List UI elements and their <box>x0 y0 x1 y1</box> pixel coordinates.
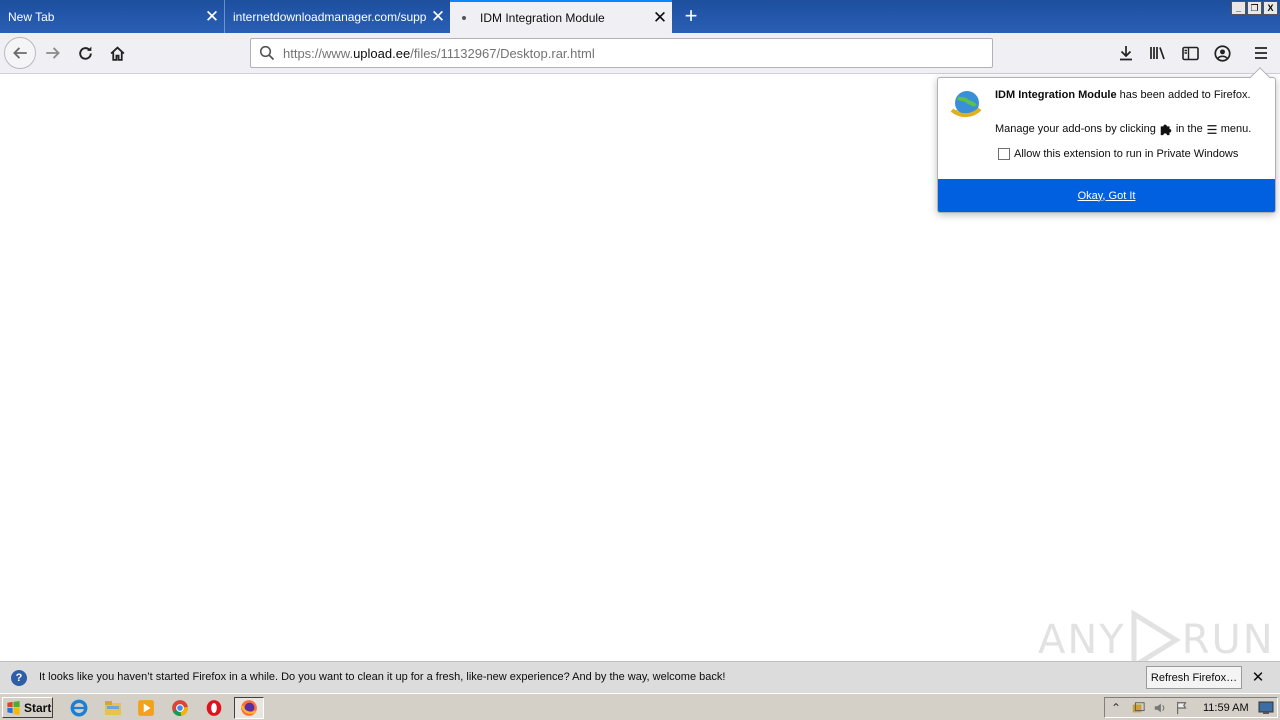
app-menu-button[interactable] <box>1245 37 1277 69</box>
url-bar[interactable]: https://www.upload.ee/files/11132967/Des… <box>250 38 993 68</box>
idm-globe-icon <box>948 88 984 124</box>
added-text: has been added to Firefox. <box>1116 89 1251 101</box>
reload-button[interactable] <box>69 37 101 69</box>
allow-private-windows-label: Allow this extension to run in Private W… <box>1014 148 1239 160</box>
forward-button[interactable] <box>37 37 69 69</box>
account-button[interactable] <box>1206 37 1238 69</box>
minimize-button[interactable]: _ <box>1231 1 1246 15</box>
chrome-icon[interactable] <box>170 698 190 718</box>
tab-idm-integration-module[interactable]: IDM Integration Module ✕ <box>450 0 672 33</box>
firefox-icon[interactable] <box>234 697 264 719</box>
addon-installed-popup: IDM Integration Module has been added to… <box>937 67 1276 213</box>
hamburger-menu-icon <box>1255 47 1267 59</box>
show-hidden-icons-chevron-icon[interactable]: ⌃ <box>1105 699 1127 717</box>
manage-text-3: menu. <box>1220 123 1252 135</box>
refresh-firefox-button[interactable]: Refresh Firefox… <box>1146 666 1242 689</box>
notification-text: It looks like you haven’t started Firefo… <box>39 671 726 683</box>
downloads-button[interactable] <box>1110 37 1142 69</box>
library-icon <box>1150 47 1165 60</box>
file-explorer-icon[interactable] <box>103 698 123 718</box>
tab-label: internetdownloadmanager.com/support <box>233 9 426 24</box>
download-icon <box>1120 46 1132 61</box>
refresh-notification-bar: ? It looks like you haven’t started Fire… <box>0 661 1280 693</box>
account-icon <box>1213 44 1231 62</box>
start-button[interactable]: Start <box>2 697 53 718</box>
addon-name: IDM Integration Module <box>995 89 1117 101</box>
show-desktop-icon[interactable] <box>1255 699 1277 717</box>
close-icon[interactable]: ✕ <box>1250 669 1266 686</box>
url-text: https://www.upload.ee/files/11132967/Des… <box>283 45 595 61</box>
sidebar-icon <box>1181 46 1199 60</box>
windows-taskbar: Start ⌃ 11:59 AM <box>0 693 1280 720</box>
reload-icon <box>78 46 92 60</box>
allow-private-windows-option[interactable]: Allow this extension to run in Private W… <box>998 148 1238 160</box>
forward-arrow-icon <box>46 47 60 59</box>
tab-strip: New Tab ✕ internetdownloadmanager.com/su… <box>0 0 1280 33</box>
window-controls: _ ❐ X <box>1231 1 1278 15</box>
flag-icon[interactable] <box>1171 699 1193 717</box>
manage-text-1: Manage your add-ons by clicking <box>995 123 1156 135</box>
manage-addons-hint: Manage your add-ons by clicking in the m… <box>995 122 1251 136</box>
start-label: Start <box>24 700 52 715</box>
tab-label: IDM Integration Module <box>480 10 605 25</box>
system-tray: ⌃ 11:59 AM <box>1104 697 1278 718</box>
restore-button[interactable]: ❐ <box>1247 1 1262 15</box>
watermark-left-text: ANY <box>1038 617 1126 663</box>
close-tab-icon[interactable]: ✕ <box>200 5 224 29</box>
close-tab-icon[interactable]: ✕ <box>648 6 672 30</box>
clock[interactable]: 11:59 AM <box>1203 702 1249 714</box>
internet-explorer-icon[interactable] <box>69 698 89 718</box>
tab-label: New Tab <box>8 9 55 24</box>
question-icon: ? <box>11 670 27 686</box>
back-button[interactable] <box>4 37 36 69</box>
home-button[interactable] <box>101 37 133 69</box>
watermark-right-text: RUN <box>1181 617 1275 663</box>
tab-idm-support[interactable]: internetdownloadmanager.com/support ✕ <box>225 0 450 33</box>
search-icon <box>251 45 283 61</box>
puzzle-piece-icon <box>1160 124 1172 136</box>
hamburger-menu-icon <box>1207 124 1217 134</box>
navigation-toolbar: https://www.upload.ee/files/11132967/Des… <box>0 33 1280 74</box>
windows-logo-icon <box>7 700 20 715</box>
new-tab-plus-icon[interactable]: + <box>678 3 704 28</box>
tab-loading-dot-icon <box>462 15 466 20</box>
sidebar-button[interactable] <box>1174 37 1206 69</box>
back-arrow-icon <box>13 47 27 59</box>
popup-message: IDM Integration Module has been added to… <box>995 89 1265 102</box>
allow-private-windows-checkbox[interactable] <box>998 148 1010 160</box>
action-center-icon[interactable] <box>1127 699 1149 717</box>
okay-got-it-button[interactable]: Okay, Got It <box>938 179 1275 212</box>
tab-new-tab[interactable]: New Tab ✕ <box>0 0 225 33</box>
home-icon <box>110 45 124 61</box>
close-tab-icon[interactable]: ✕ <box>426 5 450 29</box>
media-player-icon[interactable] <box>136 698 156 718</box>
library-button[interactable] <box>1142 37 1174 69</box>
opera-icon[interactable] <box>204 698 224 718</box>
close-window-button[interactable]: X <box>1263 1 1278 15</box>
volume-icon[interactable] <box>1149 699 1171 717</box>
manage-text-2: in the <box>1175 123 1203 135</box>
